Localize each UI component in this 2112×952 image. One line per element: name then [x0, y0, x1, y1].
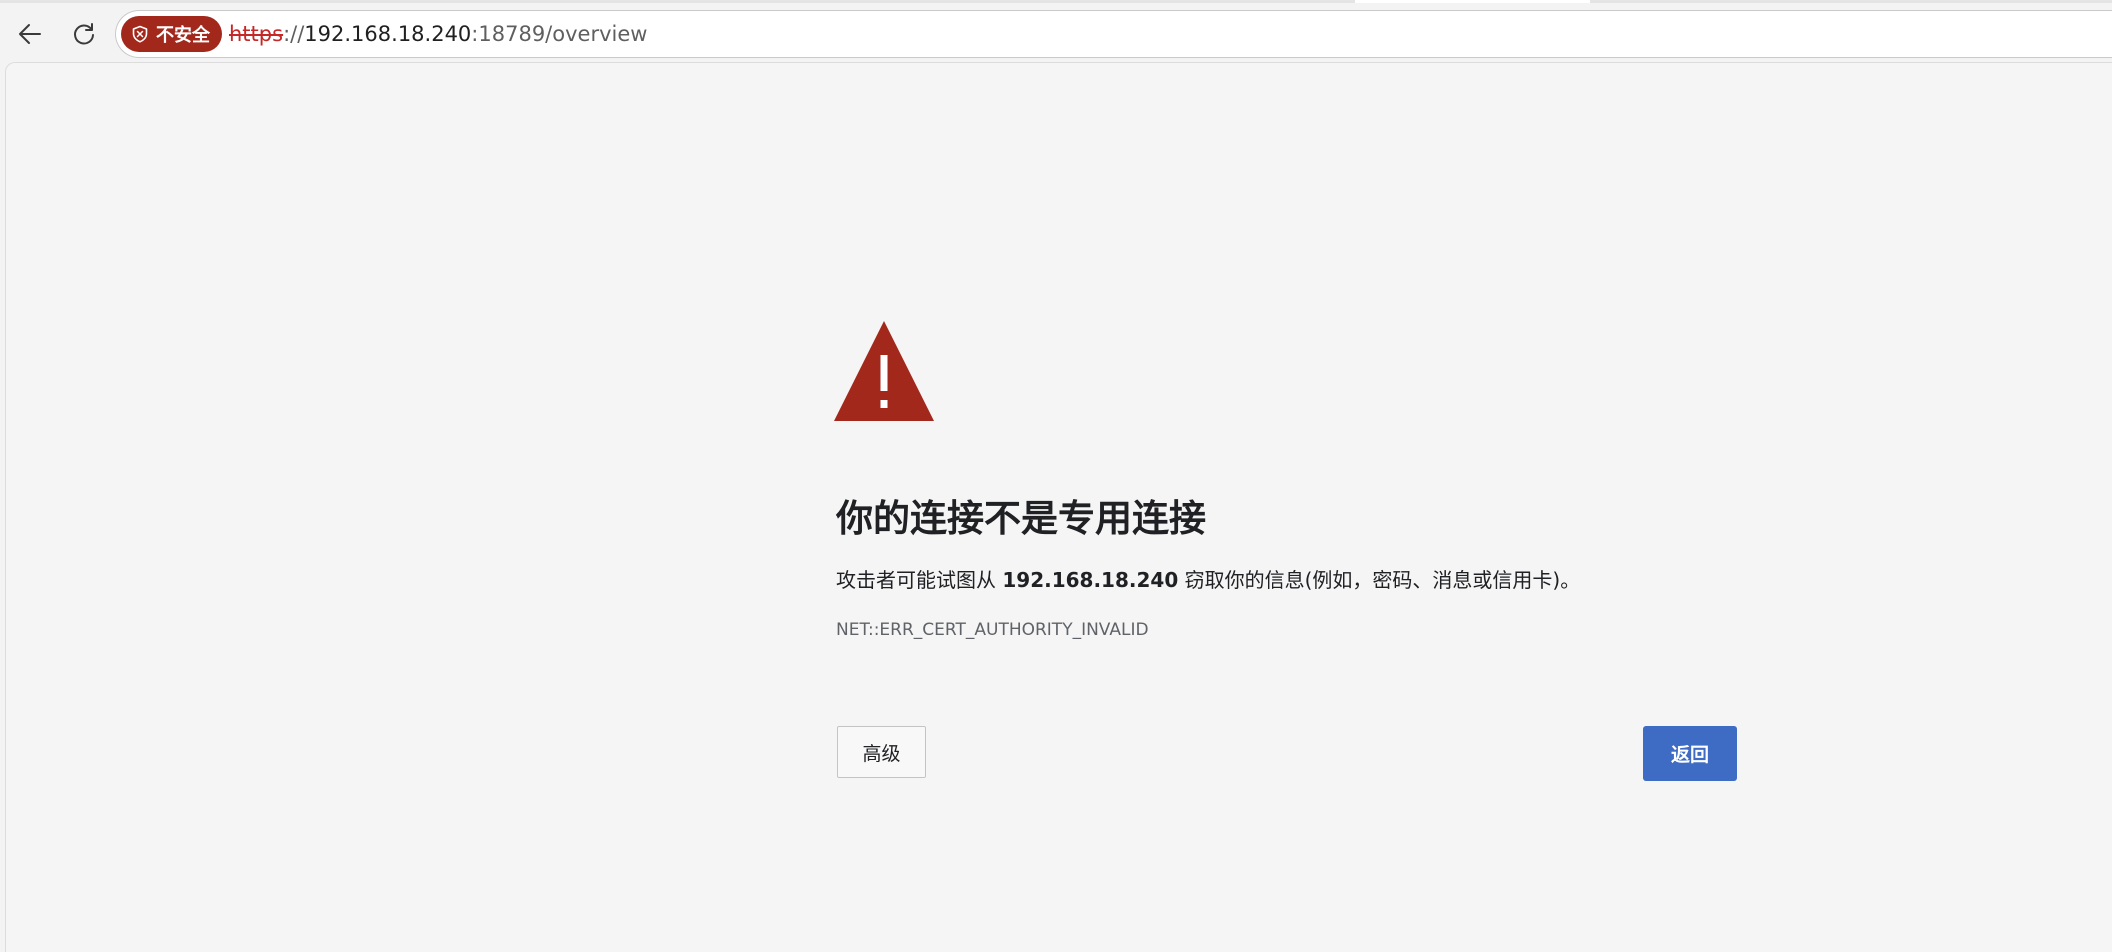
description-prefix: 攻击者可能试图从	[836, 568, 1003, 592]
advanced-button[interactable]: 高级	[837, 726, 926, 778]
error-code[interactable]: NET::ERR_CERT_AUTHORITY_INVALID	[836, 620, 1149, 640]
shield-warning-icon	[132, 25, 148, 43]
go-back-button[interactable]: 返回	[1643, 726, 1737, 781]
error-description: 攻击者可能试图从 192.168.18.240 窃取你的信息(例如，密码、消息或…	[836, 564, 1580, 593]
url-text[interactable]: https://192.168.18.240:18789/overview	[229, 22, 647, 46]
back-button[interactable]	[10, 14, 50, 54]
error-headline: 你的连接不是专用连接	[836, 497, 1206, 540]
reload-icon	[74, 23, 94, 45]
description-suffix: 窃取你的信息(例如，密码、消息或信用卡)。	[1178, 568, 1581, 592]
arrow-left-icon	[19, 24, 41, 44]
address-bar[interactable]: 不安全 https://192.168.18.240:18789/overvie…	[115, 10, 2112, 58]
warning-triangle-icon	[834, 321, 934, 421]
error-page: 你的连接不是专用连接 攻击者可能试图从 192.168.18.240 窃取你的信…	[5, 62, 2112, 952]
reload-button[interactable]	[64, 14, 104, 54]
description-host: 192.168.18.240	[1002, 568, 1179, 592]
not-secure-chip[interactable]: 不安全	[121, 16, 222, 52]
browser-toolbar: 不安全 https://192.168.18.240:18789/overvie…	[0, 3, 2112, 61]
url-path: :18789/overview	[471, 22, 648, 46]
url-scheme: https	[229, 22, 284, 46]
url-host: 192.168.18.240	[304, 22, 472, 46]
not-secure-label: 不安全	[156, 25, 210, 46]
url-separator: ://	[283, 22, 305, 46]
